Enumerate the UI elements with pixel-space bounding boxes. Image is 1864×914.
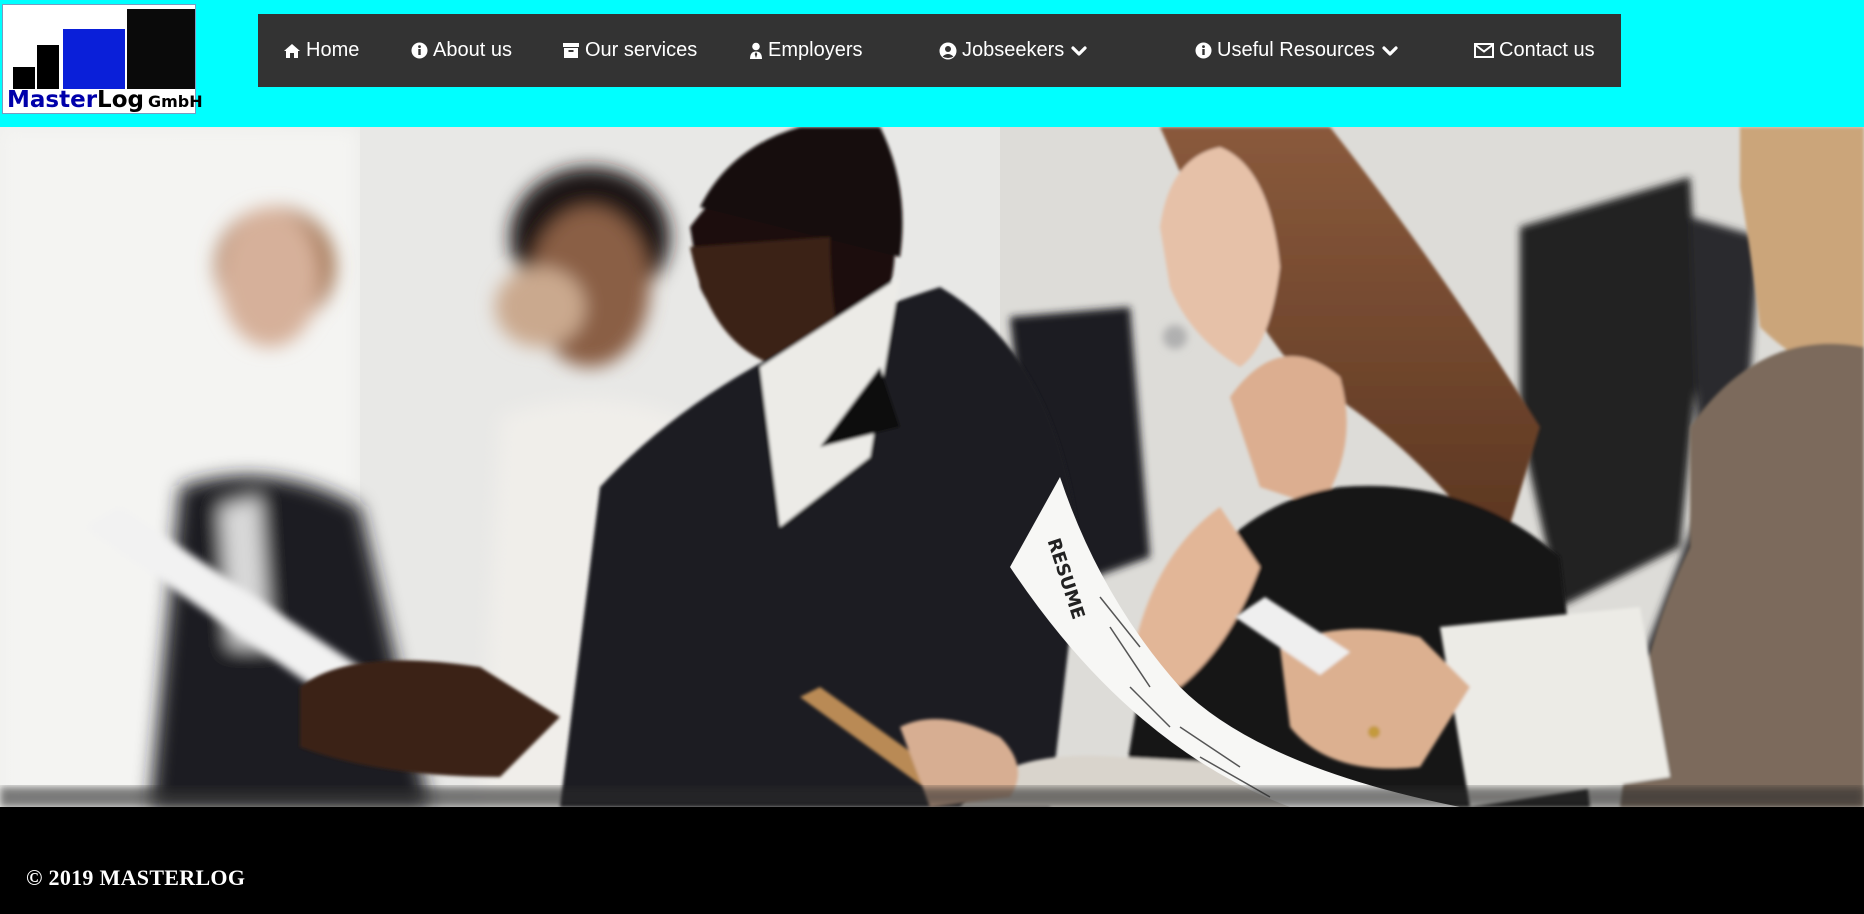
info-circle-icon: [1194, 42, 1212, 60]
nav-home[interactable]: Home: [283, 14, 359, 87]
logo-text: MasterLog GmbH: [7, 87, 203, 113]
nav-jobseekers-dropdown[interactable]: Jobseekers: [939, 14, 1087, 87]
logo-square-blue: [63, 29, 125, 89]
nav-contact-us-label: Contact us: [1499, 39, 1595, 61]
logo-square-black: [127, 9, 195, 89]
hero-image: RESUME: [0, 127, 1864, 807]
nav-jobseekers-label: Jobseekers: [962, 39, 1065, 61]
chevron-down-icon: [1071, 45, 1087, 57]
nav-our-services-label: Our services: [585, 39, 698, 61]
nav-useful-resources-label: Useful Resources: [1217, 39, 1375, 61]
masterlog-logo[interactable]: MasterLog GmbH: [2, 4, 203, 114]
envelope-icon: [1474, 42, 1494, 60]
info-circle-icon: [410, 42, 428, 60]
site-header: MasterLog GmbH Home About us Our services: [0, 0, 1864, 127]
logo-square-small-2: [13, 67, 35, 89]
nav-about-us-label: About us: [433, 39, 512, 61]
nav-employers[interactable]: Employers: [749, 14, 862, 87]
home-icon: [283, 42, 301, 60]
logo-square-small-3: [37, 67, 59, 89]
archive-box-icon: [562, 42, 580, 60]
main-navbar: Home About us Our services Employers Job: [258, 14, 1621, 87]
nav-employers-label: Employers: [768, 39, 863, 61]
nav-contact-us[interactable]: Contact us: [1474, 14, 1595, 87]
logo-square-small-1: [37, 45, 59, 67]
copyright-text: © 2019 MASTERLOG: [26, 865, 246, 890]
hero-illustration: RESUME: [0, 127, 1864, 807]
nav-useful-resources-dropdown[interactable]: Useful Resources: [1194, 14, 1398, 87]
user-circle-icon: [939, 42, 957, 60]
nav-home-label: Home: [306, 39, 360, 61]
user-tie-icon: [749, 42, 763, 60]
nav-our-services[interactable]: Our services: [562, 14, 697, 87]
site-footer: © 2019 MASTERLOG: [0, 807, 1864, 914]
nav-about-us[interactable]: About us: [410, 14, 512, 87]
chevron-down-icon: [1382, 45, 1398, 57]
